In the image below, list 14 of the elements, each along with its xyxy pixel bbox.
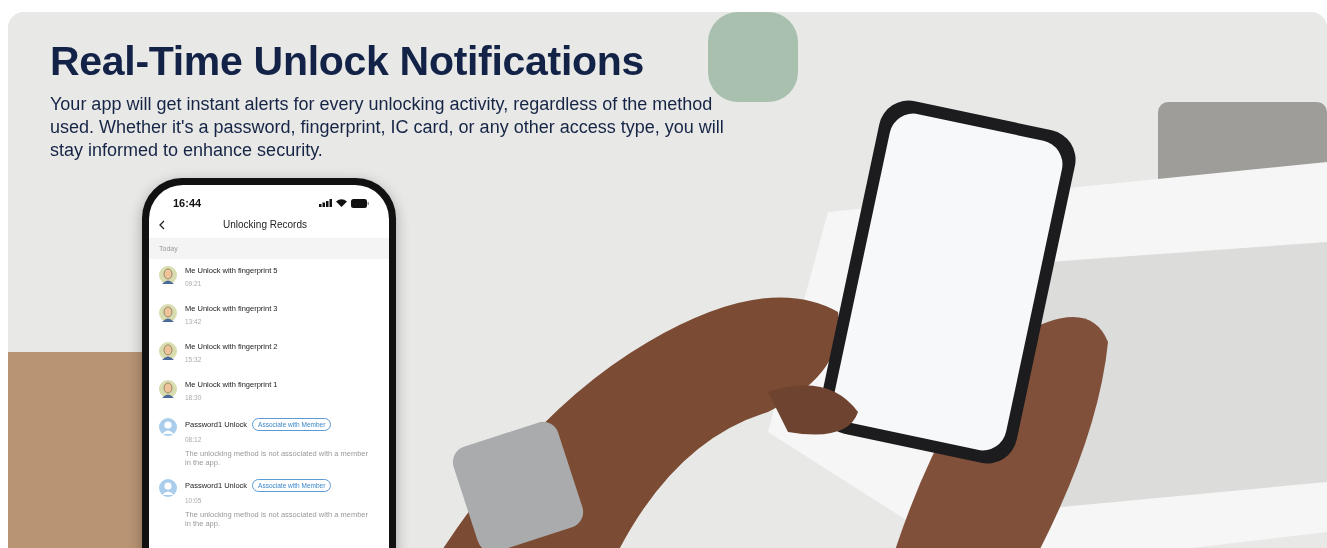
avatar-icon — [159, 304, 177, 322]
avatar-icon — [159, 479, 177, 497]
screen-title: Unlocking Records — [222, 219, 308, 230]
wifi-icon — [336, 199, 347, 207]
avatar-icon — [159, 380, 177, 398]
avatar-icon — [159, 342, 177, 360]
headline: Real-Time Unlock Notifications — [50, 38, 645, 85]
battery-icon — [351, 198, 369, 208]
signal-icon — [319, 199, 332, 207]
avatar-icon — [159, 418, 177, 436]
status-time: 16:44 — [173, 197, 202, 209]
description: Your app will get instant alerts for every unlocking activity, regardless of the method used. Whether it's a password, fingerprint, IC card, or any other access type, you will stay informed to enhance security. — [50, 93, 725, 162]
back-icon[interactable] — [159, 219, 165, 230]
avatar-icon — [159, 266, 177, 284]
